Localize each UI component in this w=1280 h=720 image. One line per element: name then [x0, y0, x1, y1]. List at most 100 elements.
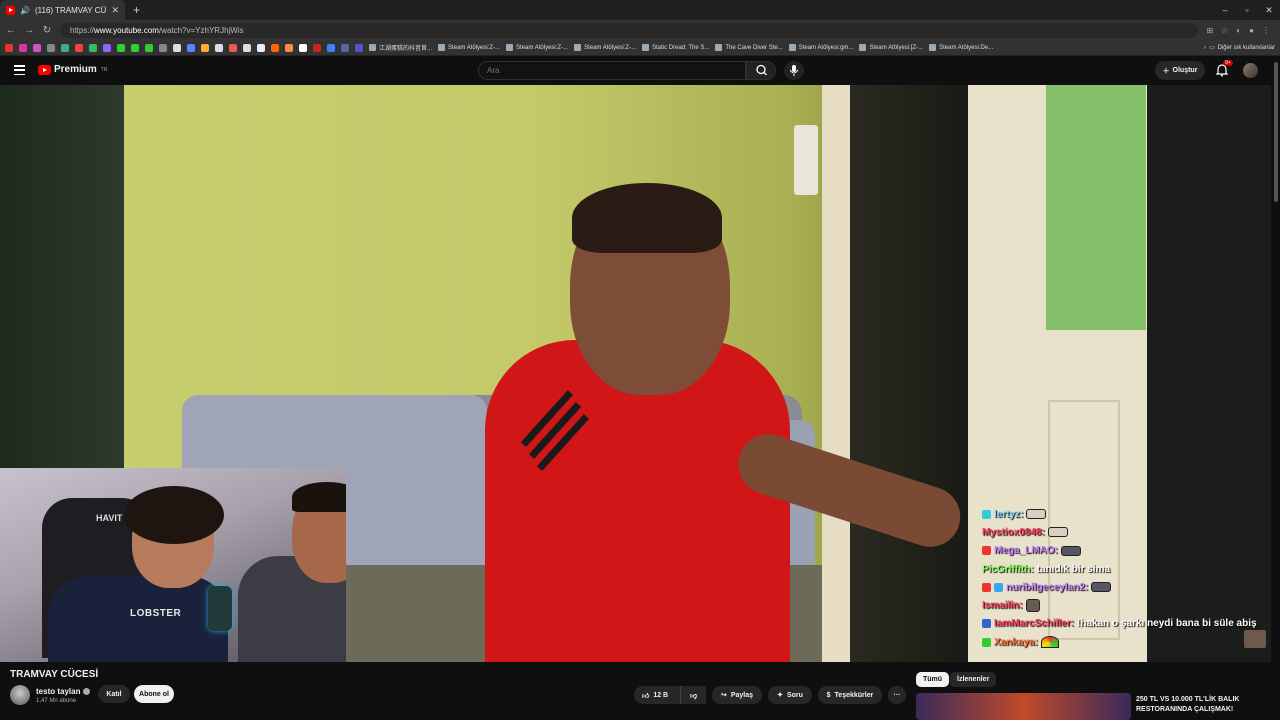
chat-username: IamMarcSchiller: — [994, 618, 1075, 630]
chat-emote-icon — [1025, 599, 1040, 613]
chevron-right-icon: › — [1203, 44, 1206, 51]
rgb-microphone — [208, 586, 232, 631]
doorway — [850, 85, 970, 662]
chat-badge-icon — [982, 546, 991, 556]
chat-message: Mega_LMAO: — [982, 542, 1271, 560]
chip-watched[interactable]: İzlenenler — [950, 672, 997, 687]
share-icon: ↪ — [720, 692, 727, 699]
chat-text: !hakan o şarkı neydi bana bi süle abiş — [1077, 618, 1257, 630]
recommendation-title[interactable]: 250 TL VS 10.000 TL'LİK BALIK RESTORANIN… — [1136, 695, 1266, 714]
other-bookmarks[interactable]: › ▭ Diğer sık kullanılanlar — [1203, 44, 1275, 52]
bookmark-app12-icon[interactable] — [355, 43, 363, 52]
bookmark-download-icon[interactable] — [159, 43, 167, 52]
bookmark-item[interactable]: The Cave Diver Ste... — [715, 44, 783, 51]
profile-icon[interactable]: ● — [1249, 26, 1254, 35]
hamburger-menu-icon[interactable] — [14, 65, 25, 75]
scrollbar-thumb[interactable] — [1274, 62, 1278, 202]
channel-avatar[interactable] — [10, 685, 30, 705]
bookmark-app5-icon[interactable] — [257, 43, 265, 52]
bookmark-app-icon[interactable] — [33, 43, 41, 52]
share-button[interactable]: ↪ Paylaş — [712, 686, 762, 704]
bookmark-item[interactable]: 江湖蛋糕的抖音首... — [369, 43, 432, 52]
chip-all[interactable]: Tümü — [916, 672, 950, 687]
chat-username: Mystiox0848: — [982, 526, 1045, 538]
bookmark-app8-icon[interactable] — [299, 43, 307, 52]
install-icon[interactable]: ⊞ — [1206, 26, 1213, 35]
search-button[interactable] — [746, 61, 776, 80]
chat-message: PicGriffith: tanıdık bir sima — [982, 560, 1271, 578]
bookmark-kick2-icon[interactable] — [131, 43, 139, 52]
door-frame — [822, 85, 850, 662]
speaker-icon[interactable]: 🔊 — [20, 6, 30, 15]
video-player[interactable]: HAVIT LOBSTER lertyz: Mystiox0848: Mega_… — [0, 85, 1271, 662]
guest-hair — [292, 482, 346, 512]
bookmark-app2-icon[interactable] — [201, 43, 209, 52]
new-tab-icon[interactable]: + — [133, 3, 140, 17]
bookmark-instagram-icon[interactable] — [19, 43, 27, 52]
url-field[interactable]: https://www.youtube.com/watch?v=YzhYRJhj… — [60, 22, 1199, 38]
ask-button[interactable]: ✦ Soru — [768, 686, 812, 704]
bookmark-item[interactable]: Static Dread: The S... — [642, 44, 709, 51]
bookmark-twitch-icon[interactable] — [103, 43, 111, 52]
chat-message: lertyz: — [982, 505, 1271, 523]
subscribe-button[interactable]: Abone ol — [134, 685, 174, 703]
bookmark-app9-icon[interactable] — [313, 43, 321, 52]
microphone-icon — [789, 65, 799, 76]
bookmark-item[interactable]: Steam Atölyesi:gm... — [788, 44, 853, 51]
bookmark-windows-icon[interactable] — [61, 43, 69, 52]
bookmark-item[interactable]: Steam Atölyesi:De... — [929, 44, 993, 51]
close-tab-icon[interactable]: ✕ — [111, 5, 119, 16]
chat-message: Ismailin: — [982, 596, 1271, 614]
browser-tab-active[interactable]: 🔊 (116) TRAMVAY CÜCESİ - You ✕ — [0, 0, 125, 20]
search-input[interactable]: Ara — [478, 61, 746, 80]
close-window-icon[interactable]: ✕ — [1258, 0, 1280, 20]
chat-badge-icon — [982, 637, 991, 647]
bookmark-item[interactable]: Steam Atölyesi:Z-... — [506, 44, 568, 51]
minimize-icon[interactable]: – — [1214, 0, 1236, 20]
reload-icon[interactable]: ↻ — [42, 25, 52, 36]
bookmark-app11-icon[interactable] — [341, 43, 349, 52]
bookmark-reddit-icon[interactable] — [229, 43, 237, 52]
shirt-print: LOBSTER — [130, 608, 182, 619]
bookmark-kick-icon[interactable] — [117, 43, 125, 52]
channel-name[interactable]: testo taylan — [36, 687, 91, 696]
bookmark-app4-icon[interactable] — [243, 43, 251, 52]
bookmark-app10-icon[interactable] — [327, 43, 335, 52]
bookmark-x-icon[interactable] — [173, 43, 181, 52]
star-icon[interactable]: ☆ — [1221, 26, 1228, 35]
bookmark-item[interactable]: Steam Atölyesi:Z-... — [438, 44, 500, 51]
corner-cam-thumbnail — [1244, 630, 1266, 648]
more-actions-button[interactable]: ··· — [888, 686, 906, 704]
chat-message: IamMarcSchiller: !hakan o şarkı neydi ba… — [982, 615, 1271, 633]
bookmark-item[interactable]: Steam Atölyesi:[Z-... — [859, 44, 923, 51]
bookmark-kick3-icon[interactable] — [145, 43, 153, 52]
bookmark-gmail-icon[interactable] — [75, 43, 83, 52]
steam-icon — [506, 44, 514, 51]
bookmark-discord-icon[interactable] — [187, 43, 195, 52]
extension-icon[interactable]: ◐ — [1236, 26, 1241, 35]
bookmark-app6-icon[interactable] — [271, 43, 279, 52]
bookmark-drive-icon[interactable] — [89, 43, 97, 52]
chat-badge-icon — [994, 582, 1003, 592]
bookmark-app7-icon[interactable] — [285, 43, 293, 52]
forward-icon[interactable]: → — [24, 25, 34, 36]
streamer-hair — [124, 486, 224, 544]
youtube-logo[interactable]: Premium TR — [38, 64, 107, 75]
youtube-play-icon — [38, 64, 51, 75]
recommendation-thumbnail[interactable] — [916, 693, 1131, 720]
menu-dots-icon[interactable]: ⋮ — [1262, 26, 1270, 35]
create-button[interactable]: ＋ Oluştur — [1155, 61, 1205, 80]
user-avatar[interactable] — [1243, 63, 1258, 78]
voice-search-button[interactable] — [784, 61, 804, 80]
thanks-button[interactable]: $ Teşekkürler — [818, 686, 882, 704]
bookmark-app3-icon[interactable] — [215, 43, 223, 52]
page-scrollbar[interactable] — [1272, 57, 1280, 720]
maximize-icon[interactable]: ▫ — [1236, 0, 1258, 20]
bookmark-item[interactable]: Steam Atölyesi:Z-... — [574, 44, 636, 51]
chat-username: Ismailin: — [982, 600, 1023, 612]
bookmark-youtube-icon[interactable] — [5, 43, 13, 52]
back-icon[interactable]: ← — [6, 25, 16, 36]
join-button[interactable]: Katıl — [98, 685, 130, 703]
bookmark-globe-icon[interactable] — [47, 43, 55, 52]
dislike-button[interactable]: 👎︎ — [680, 686, 706, 704]
